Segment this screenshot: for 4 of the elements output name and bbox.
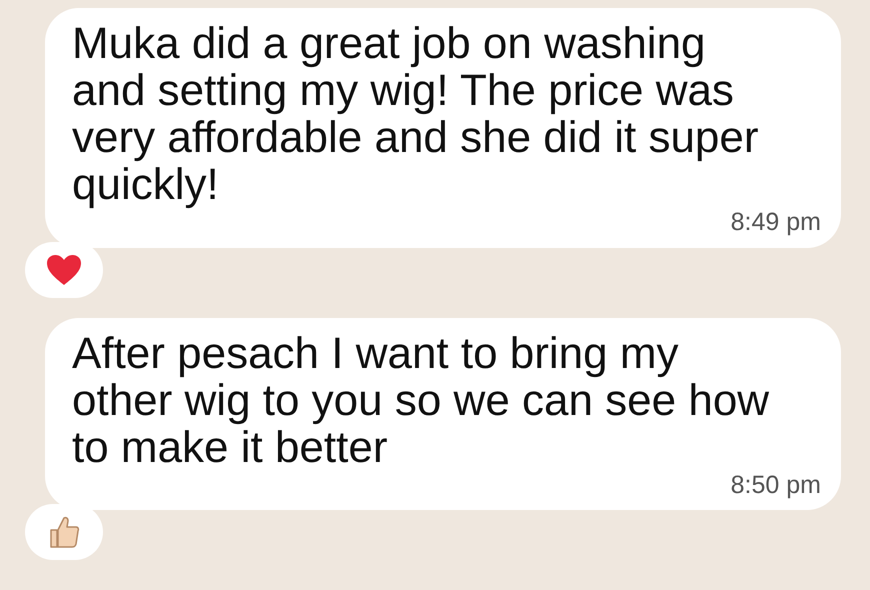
message-time: 8:49 pm xyxy=(730,207,821,238)
message-time: 8:50 pm xyxy=(730,470,821,500)
message-text: Muka did a great job on washing and setting my wig! The price was very affordable and she did it super quickly! xyxy=(72,20,760,208)
message-text: After pesach I want to bring my other wig to you so we can see how to make it better xyxy=(72,330,770,470)
